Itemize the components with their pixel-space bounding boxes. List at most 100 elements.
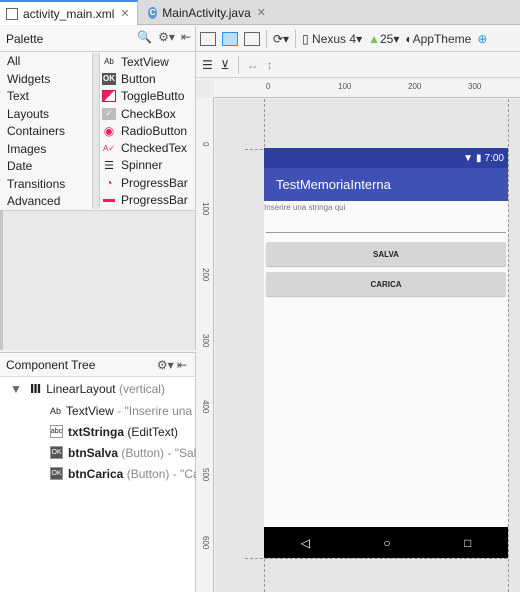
blueprint-view-icon[interactable]	[222, 31, 238, 46]
edittext-txtstringa[interactable]	[266, 232, 506, 233]
tree-item-detail: (Button) - "Salv	[121, 445, 203, 460]
widget-radiobutton[interactable]: ◉ RadioButton	[102, 122, 194, 139]
hide-panel-icon[interactable]: ⇤	[181, 30, 191, 44]
design-toolbar: ⟳▾ ▯ Nexus 4 ▾ ▲ 25 ▾ ◐ AppTheme ⊕	[196, 26, 520, 52]
locale-icon[interactable]: ⊕	[477, 32, 487, 46]
checkbox-icon: ✓	[102, 107, 116, 120]
recents-icon[interactable]: □	[464, 536, 471, 550]
widget-checkbox[interactable]: ✓ CheckBox	[102, 105, 194, 122]
tree-item-btncarica[interactable]: OK btnCarica (Button) - "Car	[50, 463, 204, 484]
tree-item-name: txtStringa	[68, 424, 125, 439]
category-transitions[interactable]: Transitions	[0, 176, 92, 194]
tree-item-name: btnSalva	[68, 445, 119, 460]
tree-item-linearlayout[interactable]: ▼ Ⅲ LinearLayout (vertical)	[10, 378, 165, 399]
widget-togglebutton[interactable]: ToggleButto	[102, 88, 194, 105]
ruler-label: 100	[201, 202, 210, 216]
search-icon[interactable]: 🔍	[137, 30, 152, 44]
tree-item-textview[interactable]: Ab TextView - "Inserire una s	[50, 400, 201, 421]
linear-layout-icon: Ⅲ	[29, 381, 42, 396]
panel-resize-strip[interactable]	[0, 210, 3, 350]
button-icon: OK	[50, 446, 63, 459]
tree-item-name: TextView	[66, 403, 114, 418]
category-date[interactable]: Date	[0, 158, 92, 176]
spinner-icon: ☰	[104, 159, 114, 172]
tab-activity-main[interactable]: activity_main.xml ✕	[0, 0, 138, 25]
device-selector[interactable]: ▯ Nexus 4 ▾	[302, 32, 362, 46]
ruler-label: 500	[201, 468, 210, 482]
salva-button[interactable]: SALVA	[266, 242, 506, 266]
expand-arrow-icon[interactable]: ▼	[10, 382, 22, 396]
horizontal-ruler: 0 100 200 300	[214, 80, 520, 98]
pack-horizontal-icon[interactable]: ↔	[247, 58, 259, 72]
tree-item-detail: (Button) - "Car	[126, 466, 204, 481]
api-selector[interactable]: ▲ 25 ▾	[368, 32, 399, 46]
tab-main-activity[interactable]: C MainActivity.java ✕	[142, 0, 272, 25]
layout-toolbar: ☰ ⊻ ↔ ↕	[196, 53, 520, 78]
ruler-label: 200	[201, 268, 210, 282]
device-preview[interactable]: ▼ ▮ 7:00 TestMemoriaInterna Inserire una…	[264, 148, 508, 558]
checked-text-icon: A✓	[102, 143, 116, 153]
category-advanced[interactable]: Advanced	[0, 193, 92, 211]
editor-tab-bar: activity_main.xml ✕ C MainActivity.java …	[0, 0, 520, 25]
category-scrollbar[interactable]	[92, 53, 100, 209]
back-icon[interactable]: ◁	[301, 536, 310, 550]
widget-spinner[interactable]: ☰ Spinner	[102, 157, 194, 174]
palette-widgets: Ab TextView OK Button ToggleButto ✓ CheckBo…	[102, 53, 194, 209]
category-widgets[interactable]: Widgets	[0, 71, 92, 89]
textview-icon: Ab	[50, 405, 62, 416]
home-icon[interactable]: ○	[383, 536, 390, 550]
distribute-icon[interactable]: ⊻	[221, 58, 230, 72]
textview-hint[interactable]: Inserire una stringa qui	[264, 203, 508, 215]
radio-icon: ◉	[103, 123, 115, 138]
widget-textview[interactable]: Ab TextView	[102, 53, 194, 70]
category-images[interactable]: Images	[0, 141, 92, 159]
progress-circle-icon: ◔	[105, 175, 113, 190]
status-time: 7:00	[484, 152, 504, 164]
carica-button[interactable]: CARICA	[266, 272, 506, 296]
widget-progressbar-horizontal[interactable]: ProgressBar	[102, 191, 194, 208]
widget-checkedtextview[interactable]: A✓ CheckedTex	[102, 139, 194, 156]
theme-selector[interactable]: ◐ AppTheme	[405, 32, 471, 46]
ruler-label: 0	[201, 142, 210, 147]
layout-xml-icon	[6, 7, 18, 20]
design-view-icon[interactable]	[200, 31, 216, 46]
gear-icon[interactable]: ⚙▾ ⇤	[157, 358, 187, 372]
split-view-icon[interactable]	[244, 31, 260, 46]
tree-item-txtstringa[interactable]: abc txtStringa (EditText)	[50, 421, 178, 442]
category-all[interactable]: All	[0, 53, 92, 71]
palette-empty-area	[0, 210, 196, 350]
ruler-label: 300	[468, 82, 482, 91]
tree-item-detail: (vertical)	[118, 381, 165, 396]
ruler-label: 600	[201, 536, 210, 550]
android-icon: ▲	[368, 31, 380, 46]
tab-label: MainActivity.java	[162, 5, 251, 20]
category-layouts[interactable]: Layouts	[0, 106, 92, 124]
ruler-label: 0	[266, 82, 271, 91]
navigation-bar: ◁ ○ □	[264, 527, 508, 558]
close-icon[interactable]: ✕	[257, 6, 266, 19]
textview-icon: Ab	[104, 57, 114, 67]
close-icon[interactable]: ✕	[120, 7, 129, 20]
palette-categories: All Widgets Text Layouts Containers Imag…	[0, 53, 92, 211]
ruler-corner	[196, 80, 214, 98]
progress-line-icon	[102, 194, 116, 206]
ruler-label: 400	[201, 400, 210, 414]
battery-icon: ▮	[476, 152, 482, 164]
orientation-icon[interactable]: ⟳▾	[273, 32, 289, 46]
widget-progressbar-circle[interactable]: ◔ ProgressBar	[102, 174, 194, 191]
guide-line	[245, 558, 507, 559]
guide-line	[508, 99, 509, 592]
component-tree-panel: Component Tree ⚙▾ ⇤ ▼ Ⅲ LinearLayout (ve…	[0, 352, 204, 592]
app-title: TestMemoriaInterna	[276, 177, 391, 192]
category-text[interactable]: Text	[0, 88, 92, 106]
pack-vertical-icon[interactable]: ↕	[267, 58, 273, 72]
edittext-icon: abc	[50, 425, 63, 438]
tree-item-btnsalva[interactable]: OK btnSalva (Button) - "Salv	[50, 442, 202, 463]
vertical-ruler: 0 100 200 300 400 500 600	[196, 98, 214, 592]
category-containers[interactable]: Containers	[0, 123, 92, 141]
align-icon[interactable]: ☰	[202, 58, 213, 72]
tab-label: activity_main.xml	[23, 6, 115, 21]
gear-icon[interactable]: ⚙▾	[158, 30, 175, 44]
widget-button[interactable]: OK Button	[102, 70, 194, 87]
toggle-icon	[102, 90, 116, 103]
